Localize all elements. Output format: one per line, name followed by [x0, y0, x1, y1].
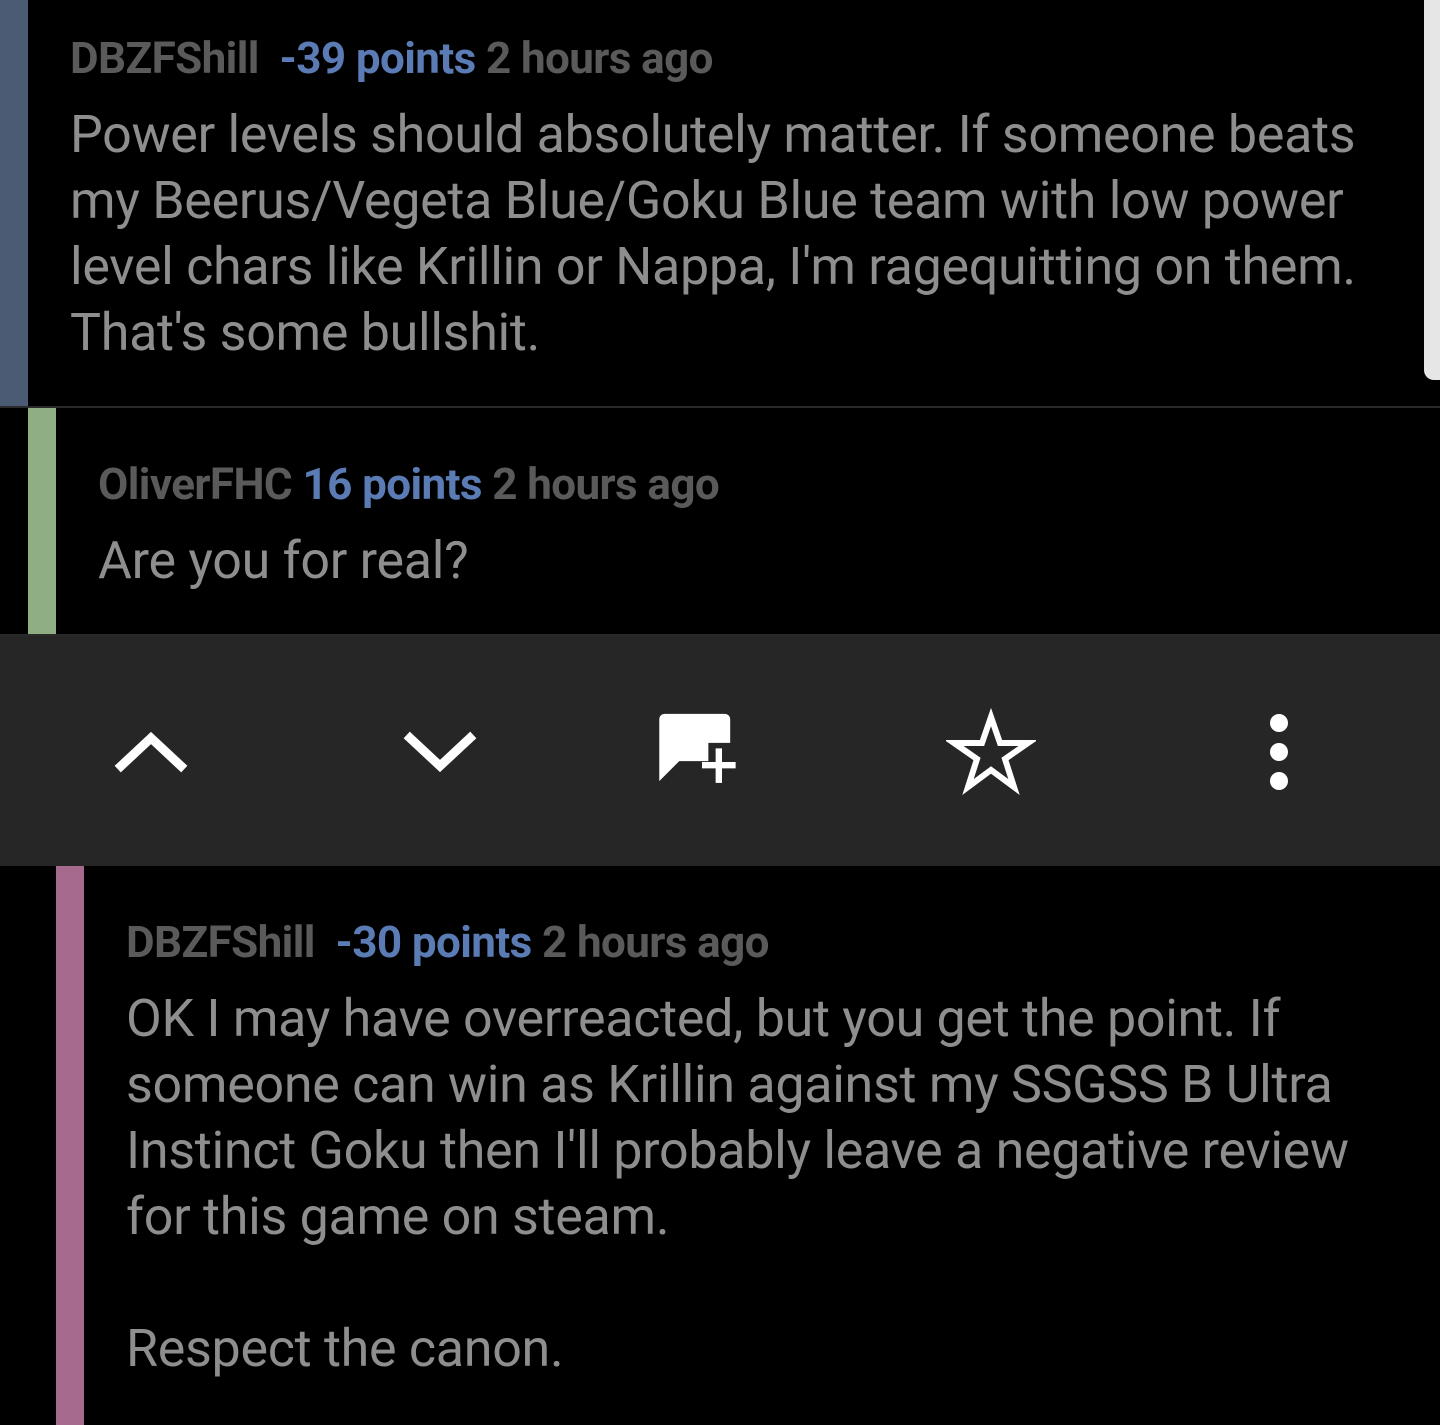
chevron-up-icon [114, 731, 188, 773]
comment-body: Power levels should absolutely matter. I… [70, 102, 1400, 366]
comment-meta: DBZFShill -30 points 2 hours ago [126, 916, 1400, 968]
comment[interactable]: DBZFShill -30 points 2 hours ago OK I ma… [0, 866, 1440, 1425]
comment-add-icon [659, 713, 736, 783]
comment-body: Are you for real? [98, 528, 1400, 594]
comment-paragraph: Respect the canon. [126, 1318, 564, 1379]
comment-points: -39 points [279, 32, 476, 84]
depth-indicator [56, 866, 84, 1425]
save-button[interactable] [941, 702, 1041, 802]
star-outline-icon [946, 707, 1036, 795]
comment-points: -30 points [335, 916, 532, 968]
comment[interactable]: OliverFHC 16 points 2 hours ago Are you … [0, 408, 1440, 634]
comment-age: 2 hours ago [492, 458, 720, 510]
downvote-button[interactable] [390, 702, 490, 802]
comment-age: 2 hours ago [541, 916, 769, 968]
scrollbar[interactable] [1424, 0, 1440, 380]
comment-paragraph: Are you for real? [98, 530, 469, 591]
comment-action-bar [0, 636, 1440, 866]
comment-paragraph: OK I may have overreacted, but you get t… [126, 988, 1349, 1247]
depth-indicator [0, 0, 28, 406]
upvote-button[interactable] [101, 702, 201, 802]
comment-author[interactable]: DBZFShill [126, 916, 315, 968]
reply-button[interactable] [652, 702, 752, 802]
comment-author[interactable]: DBZFShill [70, 32, 259, 84]
comment-author[interactable]: OliverFHC [98, 458, 293, 510]
comment-body: OK I may have overreacted, but you get t… [126, 986, 1400, 1382]
comment-age: 2 hours ago [485, 32, 713, 84]
depth-indicator [28, 408, 56, 634]
comment-meta: DBZFShill -39 points 2 hours ago [70, 32, 1400, 84]
comment-paragraph: Power levels should absolutely matter. I… [70, 104, 1356, 363]
more-options-button[interactable] [1229, 702, 1329, 802]
comment[interactable]: DBZFShill -39 points 2 hours ago Power l… [0, 0, 1440, 406]
comment-meta: OliverFHC 16 points 2 hours ago [98, 458, 1400, 510]
comment-points: 16 points [302, 458, 482, 510]
chevron-down-icon [403, 731, 477, 773]
more-vertical-icon [1270, 714, 1288, 790]
